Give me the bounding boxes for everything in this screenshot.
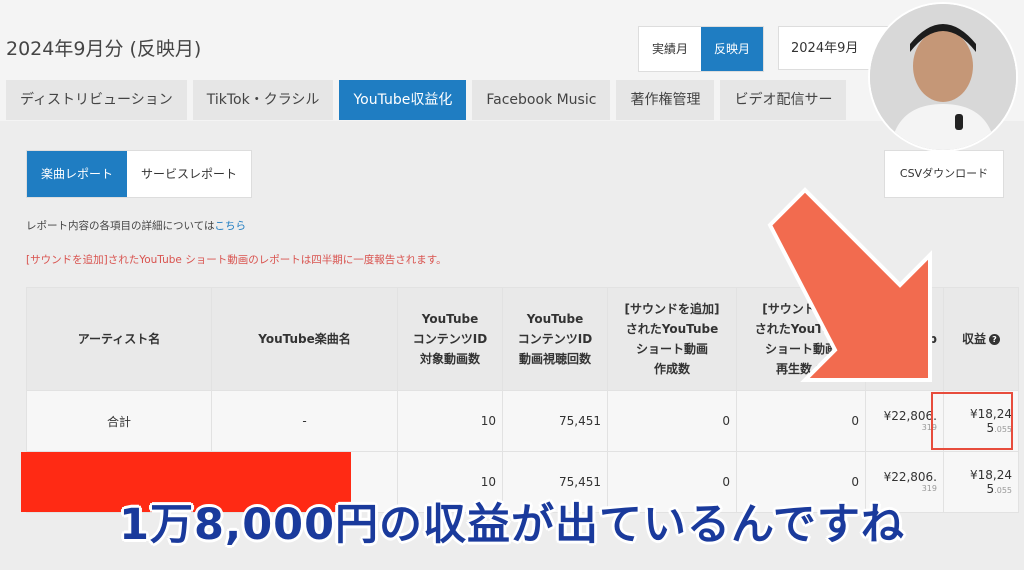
th-shorts-created-label: [サウンドを追加] されたYouTube ショート動画 作成数 (624, 302, 720, 376)
tab-facebook-music[interactable]: Facebook Music (472, 80, 611, 120)
info-text: レポート内容の各項目の詳細については (26, 220, 215, 232)
tab-distribution[interactable]: ディストリビューション (6, 80, 187, 120)
period-title: 2024年9月分 (反映月) (6, 38, 202, 60)
reflected-month-button[interactable]: 反映月 (701, 27, 764, 71)
tab-tiktok[interactable]: TikTok・クラシル (192, 80, 334, 120)
actual-month-button[interactable]: 実績月 (639, 27, 701, 71)
youtube-revenue-sub: 319 (921, 423, 937, 432)
th-artist-label: アーティスト名 (77, 332, 161, 346)
pointer-arrow-icon (767, 187, 932, 382)
avatar (868, 2, 1018, 152)
th-target-videos-label: YouTube コンテンツID 対象動画数 (412, 312, 488, 366)
help-icon[interactable]: ? (989, 334, 1000, 345)
person-icon (870, 4, 1016, 150)
th-views-label: YouTube コンテンツID 動画視聴回数 (517, 312, 593, 366)
month-toggle: 実績月 反映月 (638, 26, 765, 72)
service-tabs: ディストリビューション TikTok・クラシル YouTube収益化 Faceb… (6, 80, 847, 120)
info-line: レポート内容の各項目の詳細についてはこちら (26, 218, 246, 233)
cell-artist: 合計 (26, 390, 212, 452)
tab-video-distribution[interactable]: ビデオ配信サー (720, 80, 847, 120)
cell-target-videos: 10 (397, 390, 503, 452)
th-song-label: YouTube楽曲名 (258, 332, 351, 346)
report-toggle: 楽曲レポート サービスレポート (26, 150, 253, 198)
th-views: YouTube コンテンツID 動画視聴回数 (502, 287, 608, 391)
tab-youtube-monetization[interactable]: YouTube収益化 (339, 80, 467, 120)
th-song: YouTube楽曲名 (211, 287, 398, 391)
revenue-main: ¥18,24 (970, 468, 1012, 482)
th-shorts-created: [サウンドを追加] されたYouTube ショート動画 作成数 (607, 287, 737, 391)
song-report-button[interactable]: 楽曲レポート (27, 151, 128, 197)
youtube-revenue-main: ¥22,806. (883, 470, 937, 484)
caption-subtitle: 1万8,000円の収益が出ているんですね (119, 500, 905, 550)
cell-shorts-created: 0 (607, 390, 737, 452)
revenue-highlight-box (931, 392, 1013, 450)
youtube-revenue-main: ¥22,806. (883, 409, 937, 423)
notice-text: [サウンドを追加]されたYouTube ショート動画のレポートは四半期に一度報告… (26, 254, 447, 266)
th-artist: アーティスト名 (26, 287, 212, 391)
cell-song: - (211, 390, 398, 452)
service-report-button[interactable]: サービスレポート (127, 151, 251, 197)
tab-copyright[interactable]: 著作権管理 (616, 80, 715, 120)
th-target-videos: YouTube コンテンツID 対象動画数 (397, 287, 503, 391)
cell-views: 75,451 (502, 390, 608, 452)
info-link[interactable]: こちら (214, 220, 246, 232)
